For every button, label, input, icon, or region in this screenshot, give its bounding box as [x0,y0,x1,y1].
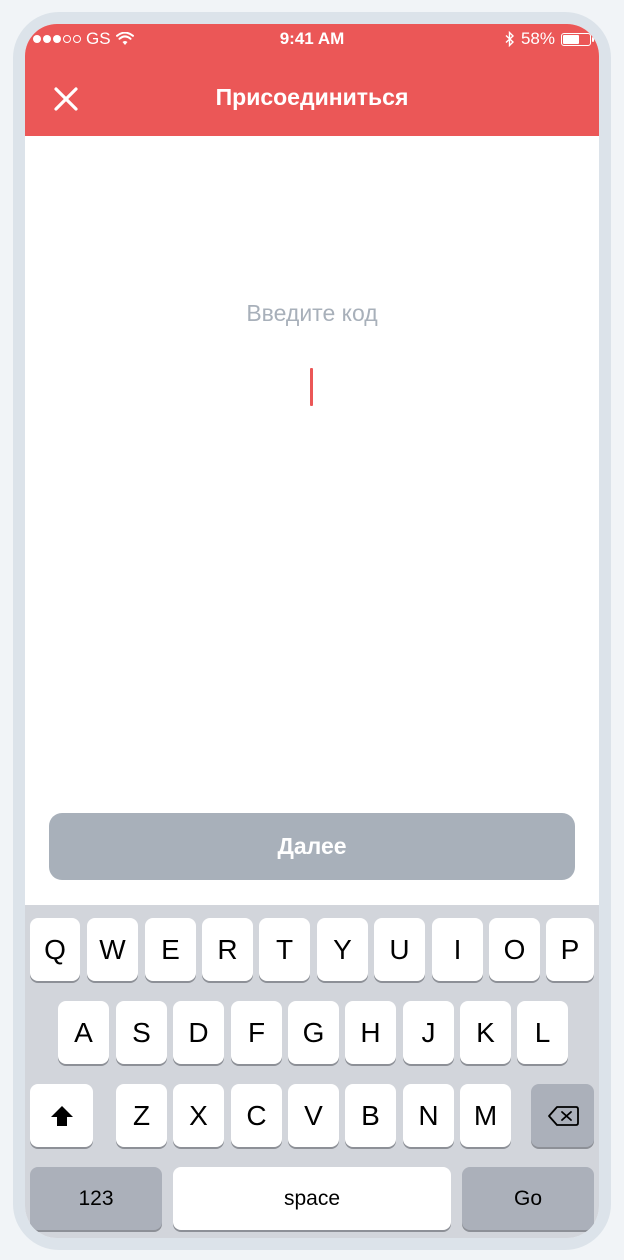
key-j[interactable]: J [403,1001,454,1064]
key-s[interactable]: S [116,1001,167,1064]
shift-key[interactable] [30,1084,93,1147]
key-m[interactable]: M [460,1084,511,1147]
status-right: 58% [505,29,594,49]
page-title: Присоединиться [215,84,409,110]
key-c[interactable]: C [231,1084,282,1147]
phone-screen: GS 9:41 AM 58% Присоединиться Введите ко… [25,24,599,1238]
backspace-icon [547,1105,579,1126]
battery-percent: 58% [520,29,555,48]
key-n[interactable]: N [403,1084,454,1147]
key-u[interactable]: U [374,918,425,981]
key-o[interactable]: O [489,918,540,981]
space-key[interactable]: space [173,1167,451,1230]
go-key[interactable]: Go [462,1167,594,1230]
shift-icon [50,1105,73,1126]
key-b[interactable]: B [345,1084,396,1147]
key-l[interactable]: L [517,1001,568,1064]
numbers-key[interactable]: 123 [30,1167,162,1230]
code-prompt-label: Введите код [246,300,378,326]
key-z[interactable]: Z [116,1084,167,1147]
next-button[interactable]: Далее [49,813,575,880]
status-bar: GS 9:41 AM 58% [25,24,599,54]
key-q[interactable]: Q [30,918,80,981]
key-h[interactable]: H [345,1001,396,1064]
key-y[interactable]: Y [317,918,368,981]
backspace-key[interactable] [531,1084,594,1147]
key-p[interactable]: P [546,918,594,981]
bluetooth-icon [505,31,514,47]
battery-icon [561,32,594,46]
key-w[interactable]: W [87,918,138,981]
key-i[interactable]: I [432,918,483,981]
key-x[interactable]: X [173,1084,224,1147]
key-k[interactable]: K [460,1001,511,1064]
key-d[interactable]: D [173,1001,224,1064]
key-v[interactable]: V [288,1084,339,1147]
key-r[interactable]: R [202,918,253,981]
keyboard: Q W E R T Y U I O P A S D F G H J K L Z … [25,905,599,1238]
code-input-cursor[interactable] [310,368,313,406]
key-a[interactable]: A [58,1001,109,1064]
header-bar: GS 9:41 AM 58% Присоединиться [25,24,599,136]
key-t[interactable]: T [259,918,310,981]
key-f[interactable]: F [231,1001,282,1064]
key-g[interactable]: G [288,1001,339,1064]
key-e[interactable]: E [145,918,196,981]
